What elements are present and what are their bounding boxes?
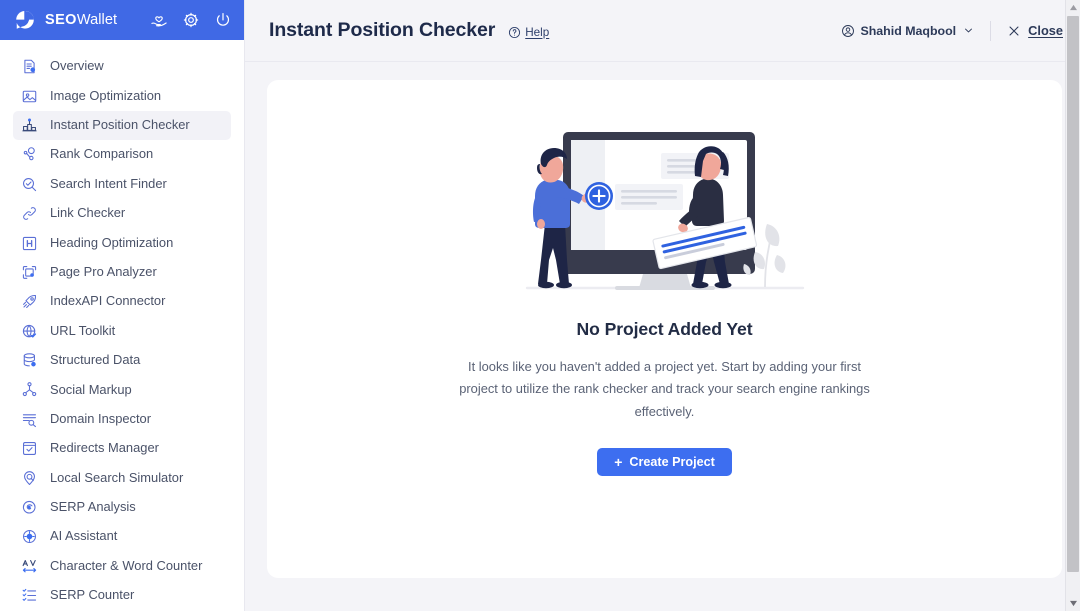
create-project-button[interactable]: + Create Project (597, 447, 732, 477)
share-nodes-icon (22, 382, 37, 397)
sidebar-item-label: Search Intent Finder (50, 175, 167, 191)
plus-icon: + (614, 454, 623, 471)
scroll-down-arrow-icon[interactable] (1066, 596, 1080, 611)
document-info-icon (24, 59, 36, 74)
brand-name: SEOWallet (45, 12, 117, 28)
user-name: Shahid Maqbool (860, 23, 957, 38)
sidebar: SEOWallet Overview Image Optimization In… (0, 0, 245, 611)
link-chain-icon (23, 207, 36, 220)
top-bar: Instant Position Checker Help Shahid Maq… (245, 0, 1080, 62)
sidebar-item-label: Redirects Manager (50, 440, 159, 456)
sidebar-item-heading-optimization[interactable]: Heading Optimization (13, 228, 231, 257)
ai-circle-icon (23, 530, 36, 544)
close-button[interactable]: Close (1007, 23, 1063, 38)
empty-state-card: No Project Added Yet It looks like you h… (267, 80, 1062, 578)
help-link[interactable]: Help (508, 26, 549, 39)
people-adding-project-illustration (525, 132, 804, 290)
sidebar-item-social-markup[interactable]: Social Markup (13, 375, 231, 404)
chevron-down-icon (965, 28, 973, 33)
sidebar-item-label: Structured Data (50, 352, 141, 368)
sidebar-item-label: IndexAPI Connector (50, 293, 166, 309)
scrollbar-thumb[interactable] (1066, 16, 1079, 572)
rank-nodes-icon (23, 147, 35, 161)
podium-chart-icon (22, 118, 37, 132)
heart-hand-icon[interactable] (150, 11, 168, 29)
sidebar-item-label: SERP Analysis (50, 499, 136, 515)
sidebar-item-image-optimization[interactable]: Image Optimization (13, 81, 231, 110)
sidebar-item-url-toolkit[interactable]: URL Toolkit (13, 317, 231, 346)
sidebar-item-search-intent-finder[interactable]: Search Intent Finder (13, 170, 231, 199)
sidebar-item-label: Social Markup (50, 381, 132, 397)
sidebar-item-label: Heading Optimization (50, 234, 174, 250)
user-menu[interactable]: Shahid Maqbool (841, 24, 974, 38)
brand-name-light: Wallet (76, 12, 118, 28)
empty-state-title: No Project Added Yet (576, 319, 753, 339)
content-region: No Project Added Yet It looks like you h… (245, 62, 1080, 611)
sidebar-item-instant-position-checker[interactable]: Instant Position Checker (13, 110, 231, 141)
brand-bar: SEOWallet (0, 0, 244, 40)
database-star-icon (23, 353, 36, 367)
sidebar-item-structured-data[interactable]: Structured Data (13, 346, 231, 375)
user-circle-icon (842, 24, 855, 37)
page-scrollbar[interactable] (1065, 0, 1080, 611)
page-title: Instant Position Checker (269, 19, 496, 41)
sidebar-item-character-word-counter[interactable]: Character & Word Counter (13, 552, 231, 581)
sidebar-item-ai-assistant[interactable]: AI Assistant (13, 522, 231, 551)
main-area: Instant Position Checker Help Shahid Maq… (245, 0, 1080, 611)
question-circle-icon (509, 26, 521, 38)
sidebar-item-overview[interactable]: Overview (13, 52, 231, 81)
checkbox-square-icon (23, 442, 36, 456)
brand-name-bold: SEO (45, 12, 77, 28)
help-label: Help (525, 25, 550, 39)
pie-chart-logo-icon[interactable] (14, 9, 36, 31)
app-root: SEOWallet Overview Image Optimization In… (0, 0, 1080, 611)
sidebar-item-label: Image Optimization (50, 87, 162, 103)
sidebar-item-local-search-simulator[interactable]: Local Search Simulator (13, 463, 231, 492)
empty-state-description: It looks like you haven't added a projec… (459, 359, 870, 419)
av-arrows-icon (22, 559, 37, 573)
sidebar-item-serp-analysis[interactable]: SERP Analysis (13, 493, 231, 522)
top-bar-divider (990, 20, 992, 41)
sidebar-item-label: Character & Word Counter (50, 557, 203, 573)
sidebar-item-label: Link Checker (50, 205, 126, 221)
sidebar-item-rank-comparison[interactable]: Rank Comparison (13, 140, 231, 169)
sidebar-item-page-pro-analyzer[interactable]: Page Pro Analyzer (13, 258, 231, 287)
sidebar-item-label: AI Assistant (50, 528, 118, 544)
sidebar-item-link-checker[interactable]: Link Checker (13, 199, 231, 228)
sidebar-item-indexapi-connector[interactable]: IndexAPI Connector (13, 287, 231, 316)
create-project-label: Create Project (629, 455, 715, 470)
sidebar-item-label: Domain Inspector (50, 410, 152, 426)
location-search-icon (24, 470, 35, 485)
close-label: Close (1028, 23, 1063, 38)
scroll-up-arrow-icon[interactable] (1066, 0, 1080, 15)
rocket-icon (23, 295, 37, 309)
sidebar-item-serp-counter[interactable]: SERP Counter (13, 581, 231, 610)
heading-h-icon (22, 236, 37, 250)
brand-icon-group (150, 11, 232, 29)
sidebar-nav: Overview Image Optimization Instant Posi… (0, 40, 244, 611)
serp-eye-icon (22, 500, 36, 514)
globe-check-icon (22, 324, 37, 338)
sidebar-item-label: SERP Counter (50, 587, 135, 603)
search-circle-icon (23, 177, 37, 191)
image-icon (22, 90, 37, 102)
scrollbar-track[interactable] (1066, 15, 1080, 596)
sidebar-item-label: Rank Comparison (50, 146, 154, 162)
sidebar-item-label: Instant Position Checker (50, 117, 190, 133)
sidebar-item-label: Overview (50, 58, 104, 74)
list-search-icon (22, 414, 36, 427)
sidebar-item-label: URL Toolkit (50, 322, 116, 338)
sidebar-item-domain-inspector[interactable]: Domain Inspector (13, 405, 231, 434)
checklist-icon (22, 589, 37, 602)
power-icon[interactable] (214, 11, 232, 29)
sidebar-item-redirects-manager[interactable]: Redirects Manager (13, 434, 231, 463)
x-close-icon (1009, 25, 1019, 36)
gear-icon[interactable] (182, 11, 200, 29)
top-bar-right: Shahid Maqbool Close (841, 20, 1063, 41)
page-scan-icon (22, 265, 37, 279)
sidebar-item-label: Page Pro Analyzer (50, 263, 157, 279)
sidebar-item-label: Local Search Simulator (50, 469, 184, 485)
